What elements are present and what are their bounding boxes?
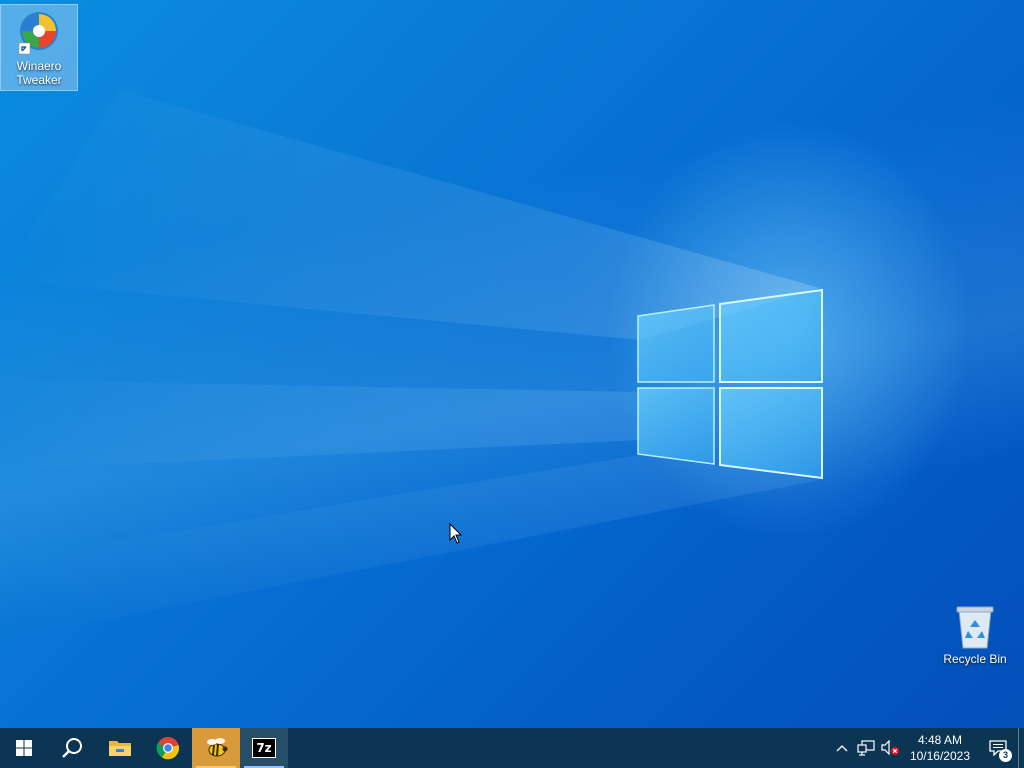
search-button[interactable] xyxy=(48,728,96,768)
recycle-bin-icon xyxy=(956,606,994,649)
taskbar-clock[interactable]: 4:48 AM 10/16/2023 xyxy=(902,732,978,764)
clock-time: 4:48 AM xyxy=(917,733,962,747)
taskbar-7zip[interactable]: 7z xyxy=(240,728,288,768)
windows-start-icon xyxy=(16,740,32,756)
desktop-icon-winaero-tweaker[interactable]: Winaero Tweaker xyxy=(0,4,78,91)
icon-label-line1: Winaero xyxy=(16,59,62,73)
notification-count-badge: 3 xyxy=(999,749,1012,762)
wallpaper-light-beams xyxy=(0,90,820,640)
action-center-button[interactable]: 3 xyxy=(978,728,1018,768)
taskbar-chrome[interactable] xyxy=(144,728,192,768)
volume-tray-button[interactable] xyxy=(878,728,902,768)
icon-label-line2: Tweaker xyxy=(16,73,62,87)
system-tray: 4:48 AM 10/16/2023 3 xyxy=(830,728,1024,768)
desktop-icon-label: Winaero Tweaker xyxy=(1,59,77,90)
show-desktop-button[interactable] xyxy=(1018,728,1024,768)
taskbar-file-explorer[interactable] xyxy=(96,728,144,768)
windows-logo-wallpaper xyxy=(637,288,823,480)
taskbar: 7z 4:48 AM 10/16/2023 3 xyxy=(0,728,1024,768)
network-icon xyxy=(857,740,875,756)
desktop-icon-recycle-bin[interactable]: Recycle Bin xyxy=(937,600,1013,669)
winaero-tweaker-icon xyxy=(18,12,58,55)
desktop-icon-label: Recycle Bin xyxy=(943,652,1007,666)
network-tray-button[interactable] xyxy=(854,728,878,768)
taskbar-bee-app[interactable] xyxy=(192,728,240,768)
folder-icon xyxy=(109,741,131,756)
chevron-up-icon xyxy=(836,745,848,752)
show-hidden-icons-button[interactable] xyxy=(830,728,854,768)
chrome-icon xyxy=(156,737,180,760)
clock-date: 10/16/2023 xyxy=(909,749,970,763)
7zip-icon: 7z xyxy=(252,738,276,758)
desktop[interactable]: Winaero Tweaker Recycle Bin xyxy=(0,0,1024,728)
search-icon xyxy=(62,738,82,758)
volume-muted-icon xyxy=(881,740,899,756)
mouse-cursor-icon xyxy=(449,523,463,544)
start-button[interactable] xyxy=(0,728,48,768)
bee-app-icon xyxy=(207,738,228,757)
7zip-icon-label: 7z xyxy=(256,741,272,755)
